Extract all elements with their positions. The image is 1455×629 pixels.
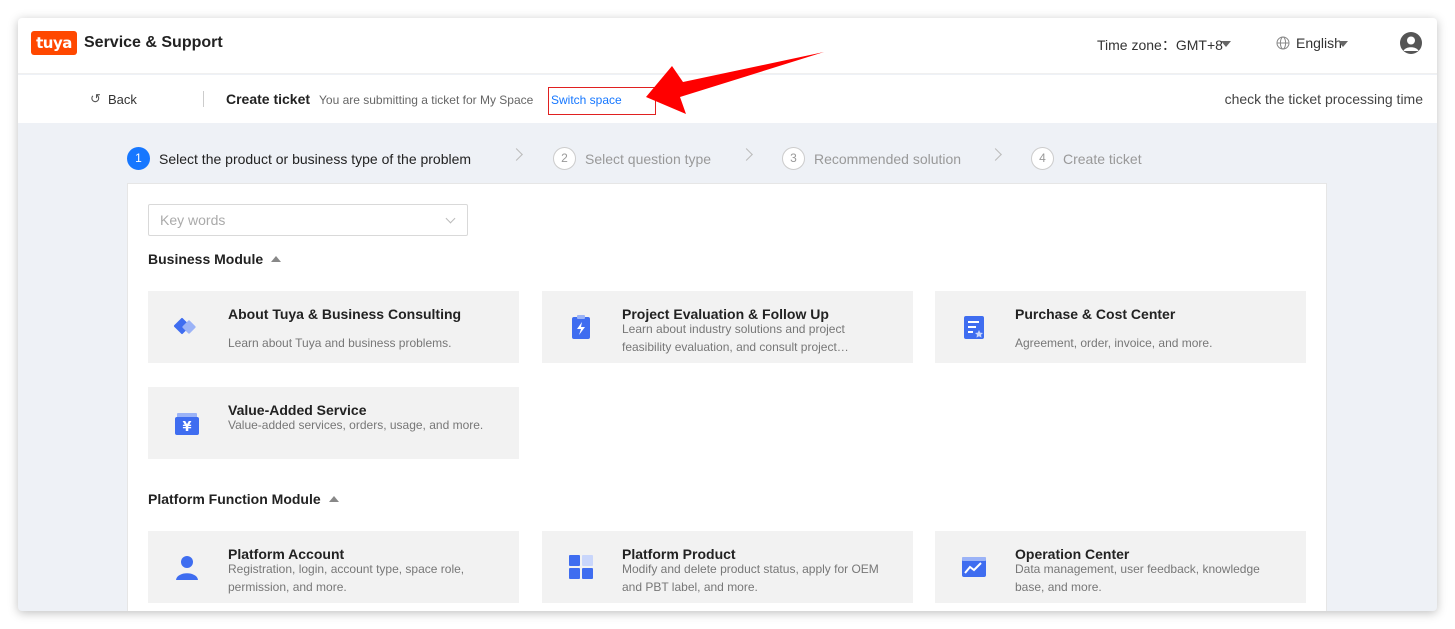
chevron-right-icon: [989, 148, 1002, 161]
divider: [203, 91, 204, 107]
card-description: Agreement, order, invoice, and more.: [1015, 336, 1213, 350]
caret-up-icon[interactable]: [328, 496, 339, 502]
chevron-down-icon[interactable]: [1338, 41, 1348, 47]
step-2-number: 2: [553, 147, 576, 170]
globe-icon[interactable]: [1276, 36, 1290, 50]
user-icon: [176, 556, 198, 580]
back-button[interactable]: Back: [108, 92, 137, 107]
card-description: Value-added services, orders, usage, and…: [228, 418, 484, 432]
chevron-down-icon[interactable]: [445, 213, 456, 224]
card-operation-center[interactable]: Operation Center Data management, user f…: [935, 531, 1306, 603]
blocks-icon: [569, 555, 593, 579]
search-input[interactable]: [149, 205, 429, 235]
card-platform-product[interactable]: Platform Product Modify and delete produ…: [542, 531, 913, 603]
avatar[interactable]: [1400, 32, 1422, 54]
keyword-search[interactable]: [148, 204, 468, 236]
business-module-heading[interactable]: Business Module: [148, 251, 282, 267]
section-title: Business Module: [148, 251, 264, 267]
module-panel: Business Module About Tuya & Business Co…: [127, 183, 1327, 611]
top-header: tuya Service & Support Time zone：GMT+8 E…: [18, 18, 1437, 74]
ticket-subheader: ↺ Back Create ticket You are submitting …: [18, 75, 1437, 123]
card-description: Registration, login, account type, space…: [228, 562, 465, 594]
caret-up-icon[interactable]: [271, 256, 282, 262]
step-indicator: 1 Select the product or business type of…: [18, 144, 1437, 174]
chevron-right-icon: [740, 148, 753, 161]
step-3-label: Recommended solution: [814, 151, 962, 167]
card-about-tuya[interactable]: About Tuya & Business Consulting Learn a…: [148, 291, 519, 363]
chart-window-icon: [962, 557, 986, 577]
timezone-selector[interactable]: Time zone：GMT+8: [1097, 35, 1223, 55]
section-title: Platform Function Module: [148, 491, 321, 507]
page-title: Create ticket: [226, 91, 311, 107]
card-description: Learn about Tuya and business problems.: [228, 336, 452, 350]
brand-title: Service & Support: [84, 34, 223, 51]
processing-time-link[interactable]: check the ticket processing time: [1225, 91, 1423, 107]
card-description: Learn about industry solutions and proje…: [622, 322, 849, 354]
handshake-icon: [173, 317, 196, 335]
step-4-label: Create ticket: [1063, 151, 1142, 167]
chevron-down-icon[interactable]: [1221, 41, 1231, 47]
card-title: Purchase & Cost Center: [1015, 306, 1176, 322]
card-project-evaluation[interactable]: Project Evaluation & Follow Up Learn abo…: [542, 291, 913, 363]
svg-text:¥: ¥: [182, 420, 191, 435]
language-selector[interactable]: English: [1296, 35, 1342, 51]
back-arrow-icon[interactable]: ↺: [90, 91, 101, 107]
card-description: Data management, user feedback, knowledg…: [1015, 562, 1260, 594]
app-window: tuya Service & Support Time zone：GMT+8 E…: [18, 18, 1437, 611]
card-value-added-service[interactable]: ¥ Value-Added Service Value-added servic…: [148, 387, 519, 459]
card-description: Modify and delete product status, apply …: [622, 562, 879, 594]
step-2-label: Select question type: [585, 151, 712, 167]
step-1-number: 1: [127, 147, 150, 170]
clipboard-bolt-icon: [572, 315, 590, 339]
step-4-number: 4: [1031, 147, 1054, 170]
card-platform-account[interactable]: Platform Account Registration, login, ac…: [148, 531, 519, 603]
card-purchase-cost[interactable]: Purchase & Cost Center Agreement, order,…: [935, 291, 1306, 363]
step-3-number: 3: [782, 147, 805, 170]
card-title: About Tuya & Business Consulting: [228, 306, 462, 322]
user-avatar-icon: [1403, 36, 1419, 51]
document-star-icon: [964, 316, 984, 339]
step-1-label: Select the product or business type of t…: [159, 151, 472, 167]
yen-wallet-icon: ¥: [175, 413, 199, 435]
chevron-right-icon: [510, 148, 523, 161]
space-info: You are submitting a ticket for My Space: [319, 93, 534, 107]
tuya-logo[interactable]: tuya: [31, 31, 77, 55]
platform-module-heading[interactable]: Platform Function Module: [148, 491, 339, 507]
annotation-highlight-box: [548, 87, 656, 115]
